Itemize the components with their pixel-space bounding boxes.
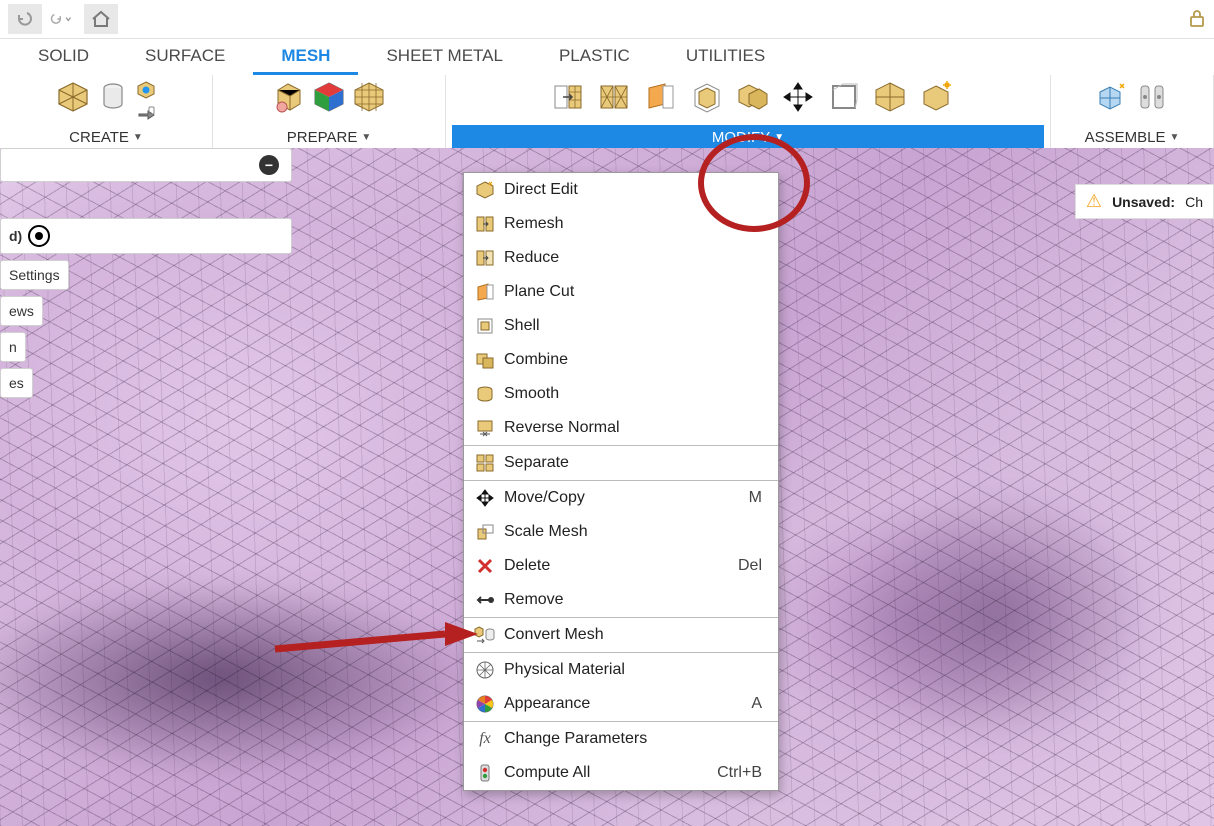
plane-cut-icon	[474, 281, 496, 303]
remove-icon	[474, 589, 496, 611]
modify-edit-icon[interactable]	[550, 79, 586, 115]
appearance-icon	[474, 693, 496, 715]
browser-radio-item[interactable]: d)	[0, 218, 292, 254]
scale-icon	[474, 521, 496, 543]
tab-sheet-metal[interactable]: SHEET METAL	[358, 38, 531, 75]
home-button[interactable]	[84, 4, 118, 34]
radio-selected-icon	[28, 225, 50, 247]
browser-collapse[interactable]: −	[0, 148, 292, 182]
separate-icon	[474, 452, 496, 474]
create-mesh-icon[interactable]	[55, 79, 91, 115]
menu-smooth[interactable]: Smooth	[464, 377, 778, 411]
menu-reduce[interactable]: Reduce	[464, 241, 778, 275]
menu-delete[interactable]: DeleteDel	[464, 549, 778, 583]
undo-button[interactable]	[8, 4, 42, 34]
panel-assemble-label[interactable]: ASSEMBLE▼	[1057, 125, 1207, 149]
combine-icon	[474, 349, 496, 371]
fx-icon: fx	[474, 728, 496, 750]
menu-plane-cut[interactable]: Plane Cut	[464, 275, 778, 309]
app-topbar	[0, 0, 1214, 39]
tab-solid[interactable]: SOLID	[10, 38, 117, 75]
smooth-icon	[474, 383, 496, 405]
status-bar: ⚠ Unsaved: Ch	[1075, 184, 1214, 219]
prepare-color-icon[interactable]	[311, 79, 347, 115]
ribbon: CREATE▼ PREPARE▼ MOD	[0, 75, 1214, 150]
status-changes-text: Ch	[1185, 194, 1203, 210]
modify-combine-icon[interactable]	[734, 79, 770, 115]
panel-modify: MODIFY▼	[446, 75, 1051, 149]
create-arrow-icon[interactable]	[135, 103, 157, 125]
tab-utilities[interactable]: UTILITIES	[658, 38, 793, 75]
warning-icon: ⚠	[1086, 191, 1102, 212]
panel-create-label[interactable]: CREATE▼	[6, 125, 206, 149]
panel-modify-label[interactable]: MODIFY▼	[452, 125, 1044, 149]
menu-combine[interactable]: Combine	[464, 343, 778, 377]
prepare-box-icon[interactable]	[271, 79, 307, 115]
panel-create: CREATE▼	[0, 75, 213, 149]
physical-material-icon	[474, 659, 496, 681]
browser-item-ews[interactable]: ews	[0, 296, 43, 326]
remesh-icon	[474, 213, 496, 235]
move-icon	[474, 487, 496, 509]
menu-appearance[interactable]: AppearanceA	[464, 687, 778, 721]
menu-move-copy[interactable]: Move/CopyM	[464, 481, 778, 515]
lock-icon	[1188, 8, 1206, 31]
browser-item-settings[interactable]: Settings	[0, 260, 69, 290]
tab-surface[interactable]: SURFACE	[117, 38, 253, 75]
delete-icon	[474, 555, 496, 577]
menu-convert-mesh[interactable]: Convert Mesh	[464, 618, 778, 652]
tab-plastic[interactable]: PLASTIC	[531, 38, 658, 75]
modify-move-icon[interactable]	[780, 79, 816, 115]
prepare-wire-icon[interactable]	[351, 79, 387, 115]
redo-dropdown-button[interactable]	[44, 4, 78, 34]
menu-change-parameters[interactable]: fx Change Parameters	[464, 722, 778, 756]
panel-assemble: ASSEMBLE▼	[1051, 75, 1214, 149]
direct-edit-icon	[474, 179, 496, 201]
reduce-icon	[474, 247, 496, 269]
assemble-joint-icon[interactable]	[1134, 79, 1170, 115]
menu-direct-edit[interactable]: Direct Edit	[464, 173, 778, 207]
browser-item-es[interactable]: es	[0, 368, 33, 398]
compute-icon	[474, 762, 496, 784]
modify-facegroup-icon[interactable]	[872, 79, 908, 115]
panel-prepare-label[interactable]: PREPARE▼	[219, 125, 439, 149]
menu-remesh[interactable]: Remesh	[464, 207, 778, 241]
menu-shell[interactable]: Shell	[464, 309, 778, 343]
assemble-component-icon[interactable]	[1094, 79, 1130, 115]
modify-planecut-icon[interactable]	[642, 79, 678, 115]
workspace-tabs: SOLID SURFACE MESH SHEET METAL PLASTIC U…	[0, 39, 1214, 75]
menu-physical-material[interactable]: Physical Material	[464, 653, 778, 687]
reverse-normal-icon	[474, 417, 496, 439]
modify-dropdown-menu: Direct Edit Remesh Reduce Plane Cut Shel…	[463, 172, 779, 791]
create-hex-icon[interactable]	[135, 79, 157, 101]
tab-mesh[interactable]: MESH	[253, 38, 358, 75]
status-unsaved-label: Unsaved:	[1112, 194, 1175, 210]
panel-prepare: PREPARE▼	[213, 75, 446, 149]
shell-icon	[474, 315, 496, 337]
modify-shell-icon[interactable]	[688, 79, 724, 115]
modify-new-icon[interactable]	[918, 79, 954, 115]
menu-remove[interactable]: Remove	[464, 583, 778, 617]
create-cylinder-icon[interactable]	[95, 79, 131, 115]
menu-separate[interactable]: Separate	[464, 446, 778, 480]
convert-mesh-icon	[474, 624, 496, 646]
modify-remesh-icon[interactable]	[596, 79, 632, 115]
modify-scale-icon[interactable]	[826, 79, 862, 115]
menu-scale-mesh[interactable]: Scale Mesh	[464, 515, 778, 549]
menu-reverse-normal[interactable]: Reverse Normal	[464, 411, 778, 445]
browser-item-n[interactable]: n	[0, 332, 26, 362]
menu-compute-all[interactable]: Compute AllCtrl+B	[464, 756, 778, 790]
